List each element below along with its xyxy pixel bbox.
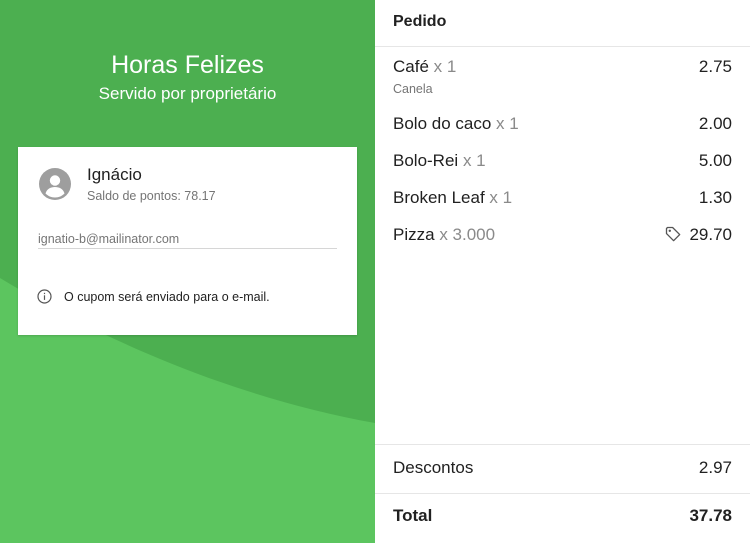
info-icon xyxy=(37,289,52,304)
item-note: Canela xyxy=(393,82,433,96)
discount-row: Descontos 2.97 xyxy=(375,444,750,494)
total-label: Total xyxy=(393,506,433,525)
discount-value: 2.97 xyxy=(698,458,732,477)
order-item[interactable]: Café x 1 2.75 xyxy=(393,57,732,79)
email-field[interactable]: ignatio-b@mailinator.com xyxy=(38,231,337,249)
item-name: Broken Leaf xyxy=(393,188,485,207)
item-price: 29.70 xyxy=(689,225,732,244)
coupon-info-text: O cupom será enviado para o e-mail. xyxy=(64,290,270,304)
order-panel: Pedido Café x 1 2.75 Canela Bolo do caco… xyxy=(375,0,750,543)
total-value: 37.78 xyxy=(689,506,732,525)
order-item[interactable]: Broken Leaf x 1 1.30 xyxy=(393,188,732,210)
item-qty: x 3.000 xyxy=(439,225,496,244)
customer-card: Ignácio Saldo de pontos: 78.17 ignatio-b… xyxy=(18,147,357,335)
item-qty: x 1 xyxy=(433,57,457,76)
item-name: Bolo-Rei xyxy=(393,151,459,170)
total-row: Total 37.78 xyxy=(375,494,750,543)
item-price: 5.00 xyxy=(698,151,732,170)
item-qty: x 1 xyxy=(462,151,486,170)
order-item[interactable]: Bolo do caco x 1 2.00 xyxy=(393,114,732,136)
item-qty: x 1 xyxy=(489,188,513,207)
account-circle-icon xyxy=(39,168,71,200)
customer-name: Ignácio xyxy=(87,165,142,184)
order-item[interactable]: Pizza x 3.000 29.70 xyxy=(393,225,732,247)
store-subtitle: Servido por proprietário xyxy=(98,84,277,103)
checkout-screen: Horas Felizes Servido por proprietário I… xyxy=(0,0,750,543)
item-name: Café xyxy=(393,57,429,76)
discount-label: Descontos xyxy=(393,458,474,477)
customer-panel: Horas Felizes Servido por proprietário I… xyxy=(0,0,375,543)
item-name: Pizza xyxy=(393,225,435,244)
order-header: Pedido xyxy=(375,0,750,47)
item-qty: x 1 xyxy=(496,114,519,133)
item-name: Bolo do caco xyxy=(393,114,492,133)
order-item[interactable]: Bolo-Rei x 1 5.00 xyxy=(393,151,732,173)
item-price: 2.00 xyxy=(698,114,732,133)
points-balance: Saldo de pontos: 78.17 xyxy=(87,189,216,203)
item-price: 2.75 xyxy=(698,57,732,76)
tag-icon xyxy=(665,226,681,242)
item-price: 1.30 xyxy=(698,188,732,207)
order-title: Pedido xyxy=(393,13,447,30)
store-title: Horas Felizes xyxy=(111,51,264,79)
